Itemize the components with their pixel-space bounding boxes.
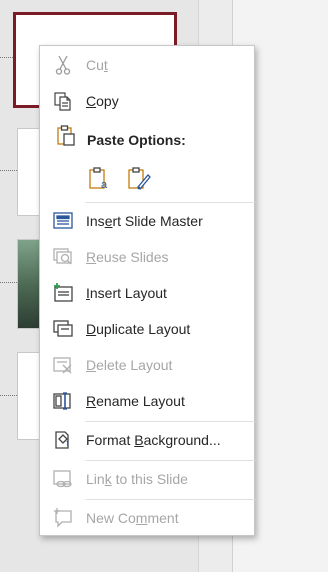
reuse-slides-icon — [52, 246, 74, 268]
connector-line — [0, 395, 17, 396]
connector-line — [0, 282, 17, 283]
menu-item-label: Insert Layout — [86, 285, 167, 301]
copy-icon — [52, 90, 74, 112]
link-icon — [52, 468, 74, 490]
layout-thumbnail[interactable] — [17, 239, 41, 329]
svg-text:a: a — [101, 179, 108, 191]
menu-item-label: Reuse Slides — [86, 249, 169, 265]
layout-thumbnail[interactable] — [17, 352, 41, 440]
menu-item-label: New Comment — [86, 510, 179, 526]
delete-layout-icon — [52, 354, 74, 376]
connector-line — [0, 170, 17, 171]
paste-keep-source-formatting-icon[interactable] — [126, 166, 152, 192]
rename-layout-icon — [52, 390, 74, 412]
menu-item-duplicate-layout[interactable]: Duplicate Layout — [40, 312, 254, 346]
menu-item-reuse-slides[interactable]: Reuse Slides — [40, 240, 254, 274]
paste-options-heading: Paste Options: — [87, 132, 186, 148]
menu-item-insert-slide-master[interactable]: Insert Slide Master — [40, 204, 254, 238]
menu-item-copy[interactable]: Copy — [40, 84, 254, 118]
connector-line — [0, 57, 13, 58]
menu-item-label: Link to this Slide — [86, 471, 188, 487]
insert-layout-icon — [52, 282, 74, 304]
menu-separator — [85, 460, 255, 461]
layout-thumbnail[interactable] — [17, 128, 41, 216]
slide-master-icon — [52, 210, 74, 232]
menu-separator — [85, 499, 255, 500]
menu-item-label: Format Background... — [86, 432, 221, 448]
menu-item-insert-layout[interactable]: Insert Layout — [40, 276, 254, 310]
menu-item-label: Delete Layout — [86, 357, 173, 373]
menu-item-label: Rename Layout — [86, 393, 185, 409]
menu-item-delete-layout[interactable]: Delete Layout — [40, 348, 254, 382]
menu-item-label: Copy — [86, 93, 119, 109]
menu-separator — [85, 421, 255, 422]
menu-separator — [85, 202, 255, 203]
menu-item-label: Cut — [86, 57, 108, 73]
menu-item-cut[interactable]: Cut — [40, 48, 254, 82]
menu-item-label: Insert Slide Master — [86, 213, 203, 229]
menu-item-link-to-slide[interactable]: Link to this Slide — [40, 462, 254, 496]
new-comment-icon — [52, 507, 74, 529]
duplicate-layout-icon — [52, 318, 74, 340]
scissors-icon — [52, 54, 74, 76]
clipboard-icon — [55, 124, 77, 148]
menu-item-format-background[interactable]: Format Background... — [40, 423, 254, 457]
format-background-icon — [52, 429, 74, 451]
paste-use-destination-theme-icon[interactable]: a — [87, 166, 113, 192]
context-menu: Cut Copy Paste Options: a Insert Slide M… — [39, 45, 255, 536]
menu-item-rename-layout[interactable]: Rename Layout — [40, 384, 254, 418]
menu-item-new-comment[interactable]: New Comment — [40, 501, 254, 535]
menu-item-label: Duplicate Layout — [86, 321, 191, 337]
